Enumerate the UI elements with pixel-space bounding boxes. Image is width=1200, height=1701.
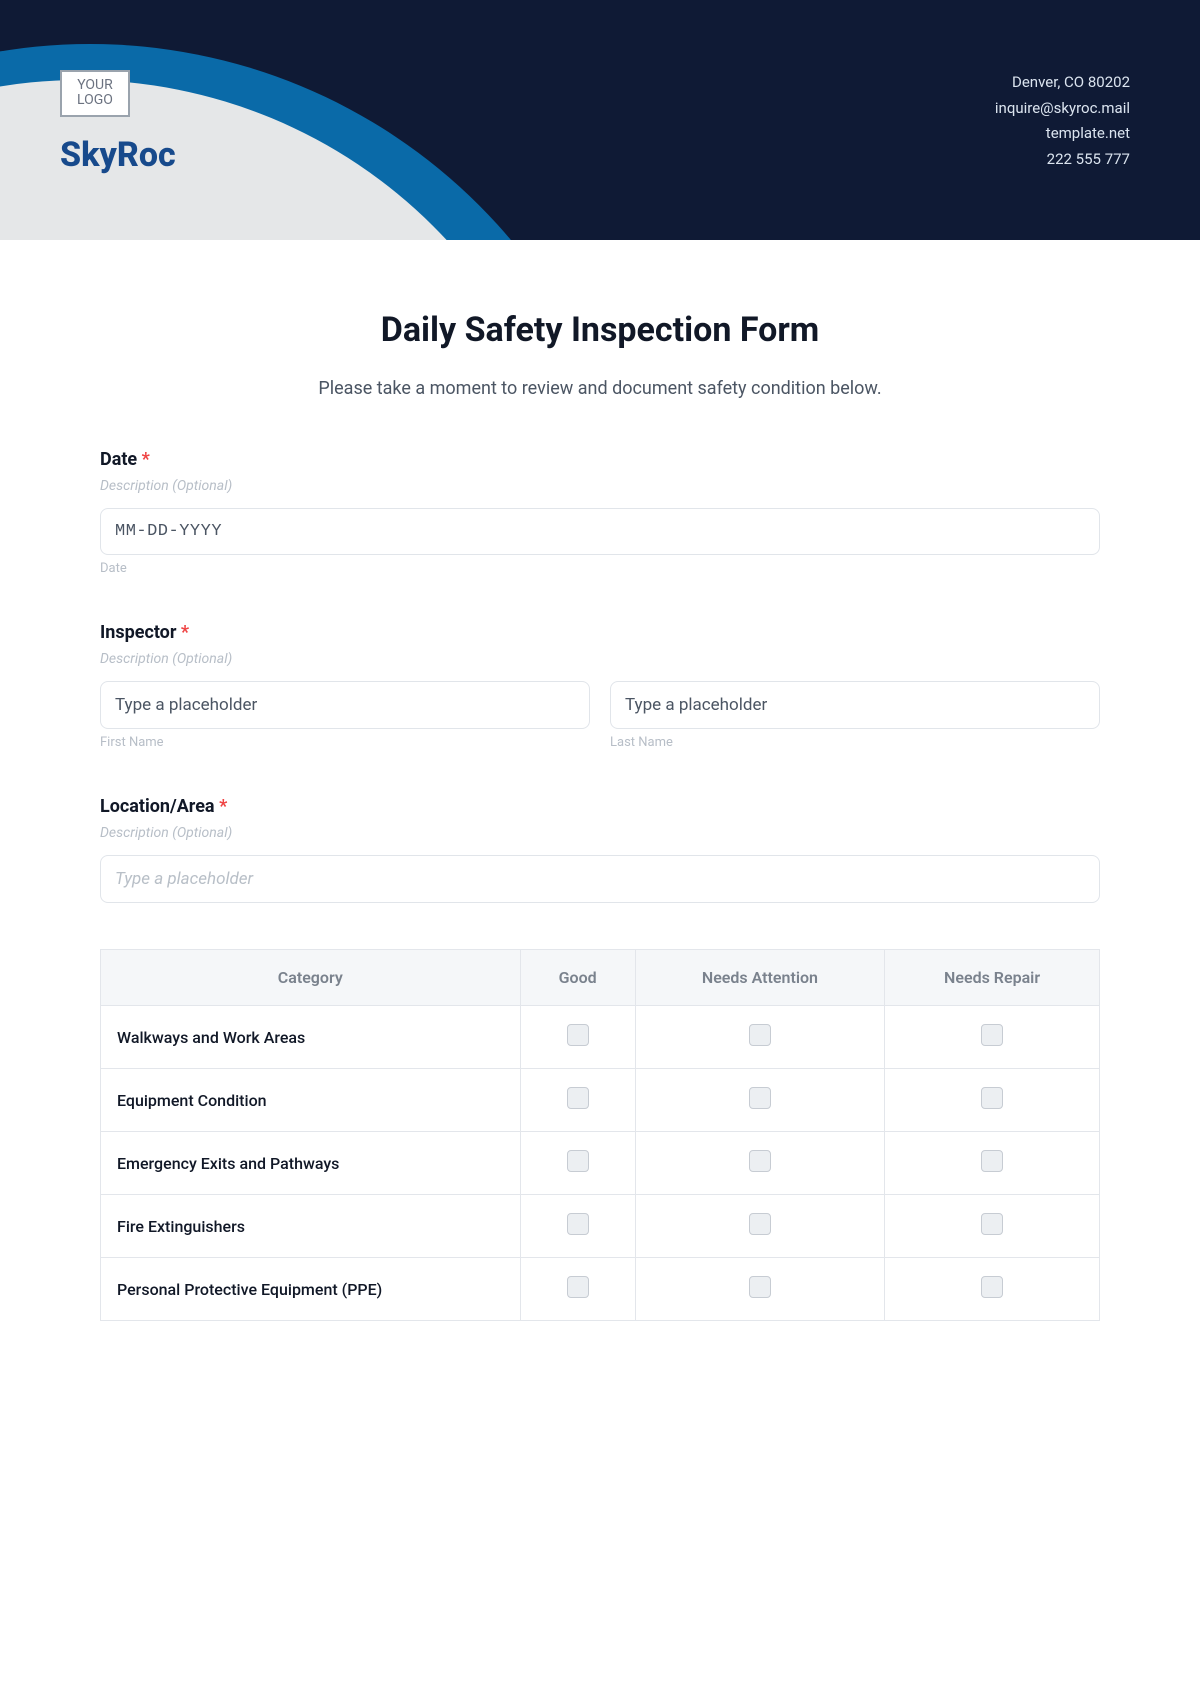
inspector-label-text: Inspector (100, 622, 176, 643)
header-banner: YOUR LOGO SkyRoc Denver, CO 80202 inquir… (0, 0, 1200, 240)
form-title: Daily Safety Inspection Form (100, 310, 1100, 350)
first-name-input[interactable] (100, 681, 590, 729)
checkbox[interactable] (981, 1276, 1003, 1298)
checkbox[interactable] (567, 1087, 589, 1109)
checkbox[interactable] (749, 1087, 771, 1109)
checkbox-cell (520, 1006, 635, 1069)
checkbox-cell (635, 1132, 884, 1195)
date-sublabel: Date (100, 561, 1100, 576)
inspector-label: Inspector * (100, 622, 1100, 643)
checkbox-cell (885, 1258, 1100, 1321)
checkbox-cell (885, 1006, 1100, 1069)
logo-text-line2: LOGO (77, 92, 113, 108)
checkbox[interactable] (749, 1276, 771, 1298)
checklist-table: Category Good Needs Attention Needs Repa… (100, 949, 1100, 1321)
last-name-sublabel: Last Name (610, 735, 1100, 750)
checkbox[interactable] (567, 1213, 589, 1235)
required-icon: * (219, 796, 227, 817)
required-icon: * (181, 622, 189, 643)
checkbox[interactable] (981, 1150, 1003, 1172)
table-row: Fire Extinguishers (101, 1195, 1100, 1258)
checkbox-cell (885, 1195, 1100, 1258)
checkbox-cell (520, 1258, 635, 1321)
logo-placeholder: YOUR LOGO (60, 70, 130, 117)
contact-phone: 222 555 777 (995, 147, 1130, 173)
form-subtitle: Please take a moment to review and docum… (100, 378, 1100, 399)
checkbox-cell (885, 1132, 1100, 1195)
table-row: Emergency Exits and Pathways (101, 1132, 1100, 1195)
table-header-row: Category Good Needs Attention Needs Repa… (101, 950, 1100, 1006)
logo-text-line1: YOUR (77, 77, 113, 93)
checkbox[interactable] (981, 1213, 1003, 1235)
category-cell: Fire Extinguishers (101, 1195, 521, 1258)
category-cell: Equipment Condition (101, 1069, 521, 1132)
checkbox[interactable] (567, 1024, 589, 1046)
location-label-text: Location/Area (100, 796, 215, 817)
location-input[interactable] (100, 855, 1100, 903)
table-row: Personal Protective Equipment (PPE) (101, 1258, 1100, 1321)
table-row: Equipment Condition (101, 1069, 1100, 1132)
date-label: Date * (100, 449, 1100, 470)
checkbox[interactable] (749, 1213, 771, 1235)
checkbox-cell (520, 1132, 635, 1195)
checkbox[interactable] (981, 1024, 1003, 1046)
checkbox-cell (635, 1069, 884, 1132)
checkbox-cell (635, 1195, 884, 1258)
checkbox[interactable] (749, 1150, 771, 1172)
checkbox[interactable] (981, 1087, 1003, 1109)
contact-website: template.net (995, 121, 1130, 147)
checkbox-cell (635, 1258, 884, 1321)
contact-block: Denver, CO 80202 inquire@skyroc.mail tem… (995, 70, 1130, 172)
category-cell: Emergency Exits and Pathways (101, 1132, 521, 1195)
contact-email: inquire@skyroc.mail (995, 96, 1130, 122)
form-content: Daily Safety Inspection Form Please take… (0, 240, 1200, 1381)
col-needs-attention: Needs Attention (635, 950, 884, 1006)
col-good: Good (520, 950, 635, 1006)
checkbox-cell (520, 1195, 635, 1258)
date-input[interactable] (100, 508, 1100, 555)
col-needs-repair: Needs Repair (885, 950, 1100, 1006)
checkbox[interactable] (567, 1150, 589, 1172)
category-cell: Walkways and Work Areas (101, 1006, 521, 1069)
field-date: Date * Description (Optional) Date (100, 449, 1100, 576)
logo-block: YOUR LOGO SkyRoc (60, 70, 176, 175)
date-desc: Description (Optional) (100, 478, 1100, 494)
location-desc: Description (Optional) (100, 825, 1100, 841)
checkbox-cell (885, 1069, 1100, 1132)
checkbox[interactable] (567, 1276, 589, 1298)
location-label: Location/Area * (100, 796, 1100, 817)
checkbox-cell (520, 1069, 635, 1132)
col-category: Category (101, 950, 521, 1006)
first-name-sublabel: First Name (100, 735, 590, 750)
field-location: Location/Area * Description (Optional) (100, 796, 1100, 903)
last-name-input[interactable] (610, 681, 1100, 729)
checkbox-cell (635, 1006, 884, 1069)
brand-name: SkyRoc (60, 135, 176, 175)
field-inspector: Inspector * Description (Optional) First… (100, 622, 1100, 750)
inspector-desc: Description (Optional) (100, 651, 1100, 667)
category-cell: Personal Protective Equipment (PPE) (101, 1258, 521, 1321)
checkbox[interactable] (749, 1024, 771, 1046)
contact-address: Denver, CO 80202 (995, 70, 1130, 96)
table-row: Walkways and Work Areas (101, 1006, 1100, 1069)
date-label-text: Date (100, 449, 137, 470)
required-icon: * (142, 449, 150, 470)
